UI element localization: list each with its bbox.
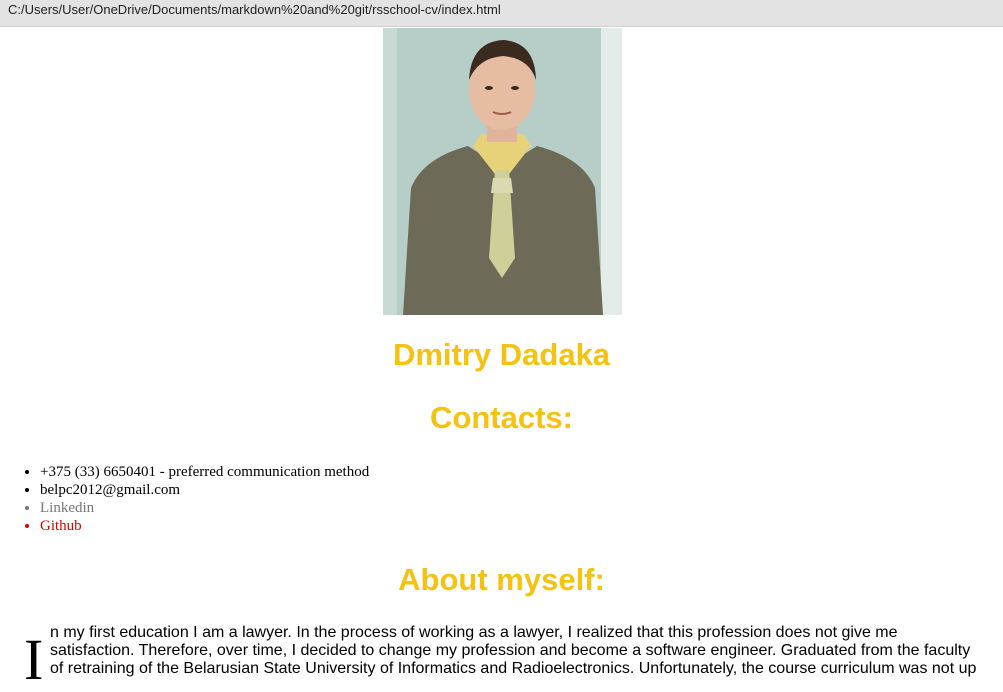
contact-github-link[interactable]: Github <box>40 517 369 535</box>
about-drop-cap: I <box>24 627 44 692</box>
about-heading: About myself: <box>398 562 605 597</box>
contact-linkedin-link[interactable]: Linkedin <box>40 499 369 517</box>
contacts-list: +375 (33) 6650401 - preferred communicat… <box>0 463 369 535</box>
contacts-heading: Contacts: <box>430 400 573 435</box>
about-text: n my first education I am a lawyer. In t… <box>50 624 977 677</box>
profile-name: Dmitry Dadaka <box>392 337 611 372</box>
contact-phone: +375 (33) 6650401 - preferred communicat… <box>40 463 369 481</box>
address-bar[interactable]: C:/Users/User/OneDrive/Documents/markdow… <box>0 0 1003 27</box>
contact-email: belpc2012@gmail.com <box>40 481 369 499</box>
profile-photo <box>383 28 622 315</box>
about-section: I n my first education I am a lawyer. In… <box>24 624 984 689</box>
address-url[interactable]: C:/Users/User/OneDrive/Documents/markdow… <box>8 2 501 17</box>
